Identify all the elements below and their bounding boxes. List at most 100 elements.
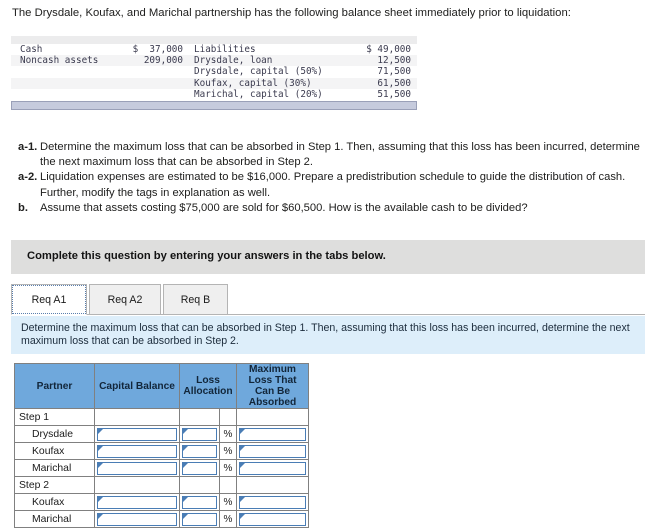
bs-liab-amount: 51,500 <box>377 88 411 100</box>
bs-asset-label: Cash <box>20 44 43 55</box>
maximum-loss-input-marichal-step1[interactable] <box>239 461 306 475</box>
capital-balance-input-koufax-step1[interactable] <box>97 444 177 458</box>
table-row: Drysdale % <box>14 425 309 443</box>
balance-sheet-row: Drysdale, capital (50%) 71,500 <box>11 66 417 78</box>
column-header-capital-balance: Capital Balance <box>94 363 180 409</box>
capital-balance-cell <box>94 510 180 528</box>
partner-label-marichal: Marichal <box>14 459 95 477</box>
complete-question-banner-text: Complete this question by entering your … <box>27 250 386 262</box>
section-label-step2: Step 2 <box>14 476 95 494</box>
bs-asset-amount: 209,000 <box>143 55 183 67</box>
sub-instruction-panel: Determine the maximum loss that can be a… <box>11 316 645 354</box>
capital-balance-input-koufax-step2[interactable] <box>97 495 177 509</box>
requirements-list: a-1. Determine the maximum loss that can… <box>18 140 642 216</box>
balance-sheet-row: Cash $ 37,000 Liabilities $ 49,000 <box>11 44 417 56</box>
requirement-item: a-1. Determine the maximum loss that can… <box>18 140 642 170</box>
maximum-loss-input-koufax-step1[interactable] <box>239 444 306 458</box>
percent-sign: % <box>219 459 237 477</box>
requirement-item: a-2. Liquidation expenses are estimated … <box>18 170 642 200</box>
table-row-section: Step 2 <box>14 476 309 494</box>
column-header-maximum-loss-absorbed: Maximum Loss That Can Be Absorbed <box>236 363 309 409</box>
percent-sign: % <box>219 442 237 460</box>
balance-sheet-row: Noncash assets 209,000 Drysdale, loan 12… <box>11 55 417 67</box>
sub-instruction-text: Determine the maximum loss that can be a… <box>21 322 630 347</box>
blank-cell <box>179 476 220 494</box>
intro-paragraph: The Drysdale, Koufax, and Marichal partn… <box>12 7 571 19</box>
bs-liab-amount: $ 49,000 <box>366 44 411 55</box>
requirement-tag: b. <box>18 201 28 214</box>
maximum-loss-cell <box>236 510 309 528</box>
capital-balance-input-marichal-step2[interactable] <box>97 512 177 526</box>
column-header-partner: Partner <box>14 363 95 409</box>
balance-sheet-row: Marichal, capital (20%) 51,500 <box>11 88 417 100</box>
capital-balance-input-marichal-step1[interactable] <box>97 461 177 475</box>
requirement-tag: a-2. <box>18 171 38 184</box>
table-row-section: Step 1 <box>14 408 309 426</box>
tab-req-b[interactable]: Req B <box>163 284 228 315</box>
tab-req-a1[interactable]: Req A1 <box>11 284 87 315</box>
table-row: Marichal % <box>14 510 309 528</box>
maximum-loss-cell <box>236 425 309 443</box>
blank-cell <box>94 476 180 494</box>
maximum-loss-input-marichal-step2[interactable] <box>239 512 306 526</box>
table-row: Koufax % <box>14 442 309 460</box>
column-header-loss-allocation: Loss Allocation <box>179 363 237 409</box>
bs-liab-label: Drysdale, loan <box>194 55 273 67</box>
maximum-loss-input-drysdale[interactable] <box>239 427 306 441</box>
maximum-loss-cell <box>236 442 309 460</box>
requirement-text: Assume that assets costing $75,000 are s… <box>40 201 528 214</box>
table-row: Marichal % <box>14 459 309 477</box>
maximum-loss-input-koufax-step2[interactable] <box>239 495 306 509</box>
blank-cell <box>219 408 237 426</box>
complete-question-banner: Complete this question by entering your … <box>11 240 645 274</box>
table-row: Koufax % <box>14 493 309 511</box>
loss-allocation-input-marichal-step2[interactable] <box>182 512 217 526</box>
blank-cell <box>179 408 220 426</box>
partner-label-koufax: Koufax <box>14 442 95 460</box>
tab-req-a2[interactable]: Req A2 <box>89 284 161 315</box>
loss-allocation-input-drysdale[interactable] <box>182 427 217 441</box>
bs-asset-amount: $ 37,000 <box>132 44 183 55</box>
table-header-row: Partner Capital Balance Loss Allocation … <box>14 363 309 409</box>
balance-sheet-row: Koufax, capital (30%) 61,500 <box>11 77 417 89</box>
partner-label-drysdale: Drysdale <box>14 425 95 443</box>
section-label-step1: Step 1 <box>14 408 95 426</box>
requirement-tabs: Req A1 Req A2 Req B <box>11 284 645 315</box>
requirement-item: b. Assume that assets costing $75,000 ar… <box>18 201 642 216</box>
bs-liab-amount: 61,500 <box>377 77 411 89</box>
requirement-text: Liquidation expenses are estimated to be… <box>40 171 626 199</box>
loss-allocation-cell <box>179 442 220 460</box>
bs-liab-label: Koufax, capital (30%) <box>194 77 312 89</box>
bs-liab-amount: 71,500 <box>377 66 411 78</box>
blank-cell <box>94 408 180 426</box>
loss-allocation-cell <box>179 493 220 511</box>
blank-cell <box>219 476 237 494</box>
bs-liab-label: Drysdale, capital (50%) <box>194 66 323 78</box>
balance-sheet-horizontal-scrollbar[interactable] <box>11 100 417 110</box>
percent-sign: % <box>219 425 237 443</box>
blank-cell <box>236 476 309 494</box>
loss-allocation-input-marichal-step1[interactable] <box>182 461 217 475</box>
capital-balance-cell <box>94 493 180 511</box>
requirement-text: Determine the maximum loss that can be a… <box>40 141 640 169</box>
loss-allocation-input-koufax-step2[interactable] <box>182 495 217 509</box>
partner-label-marichal-step2: Marichal <box>14 510 95 528</box>
requirement-tag: a-1. <box>18 141 38 153</box>
capital-balance-input-drysdale[interactable] <box>97 427 177 441</box>
balance-sheet-top-strip <box>11 36 417 44</box>
answer-table: Partner Capital Balance Loss Allocation … <box>14 363 309 528</box>
maximum-loss-cell <box>236 459 309 477</box>
capital-balance-cell <box>94 459 180 477</box>
bs-liab-label: Marichal, capital (20%) <box>194 88 323 100</box>
partner-label-koufax-step2: Koufax <box>14 493 95 511</box>
balance-sheet-table: Cash $ 37,000 Liabilities $ 49,000 Nonca… <box>11 36 417 110</box>
bs-liab-amount: 12,500 <box>377 55 411 67</box>
bs-liab-label: Liabilities <box>194 44 256 55</box>
blank-cell <box>236 408 309 426</box>
loss-allocation-cell <box>179 459 220 477</box>
maximum-loss-cell <box>236 493 309 511</box>
loss-allocation-input-koufax-step1[interactable] <box>182 444 217 458</box>
percent-sign: % <box>219 510 237 528</box>
loss-allocation-cell <box>179 510 220 528</box>
capital-balance-cell <box>94 425 180 443</box>
